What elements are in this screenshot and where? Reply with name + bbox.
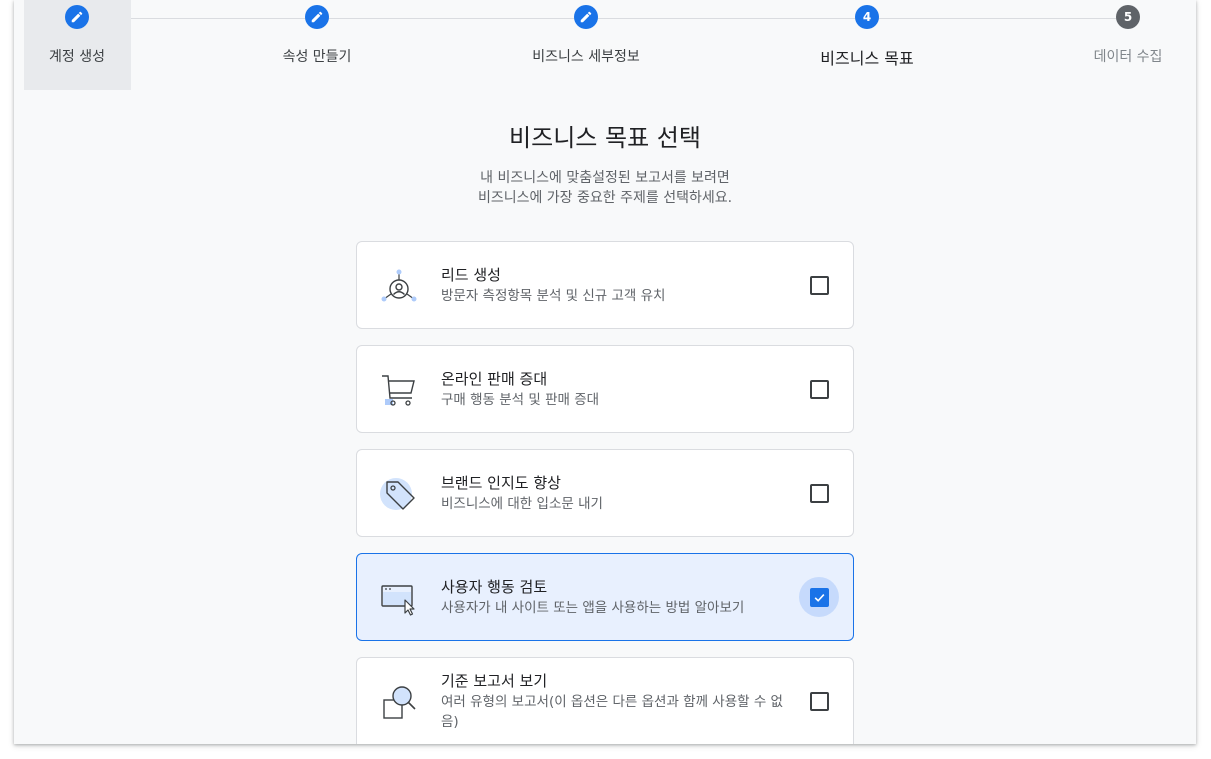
checkmark-icon [814, 593, 824, 602]
option-checkbox[interactable] [799, 369, 839, 409]
option-checkbox[interactable] [799, 265, 839, 305]
report-magnifier-icon [383, 686, 416, 719]
tag-icon [380, 478, 415, 510]
option-description: 구매 행동 분석 및 판매 증대 [441, 392, 600, 408]
option-title: 사용자 행동 검토 [441, 578, 548, 596]
option-card-lead-generation[interactable]: 리드 생성 방문자 측정항목 분석 및 신규 고객 유치 [356, 241, 854, 329]
option-description: 비즈니스에 대한 입소문 내기 [441, 496, 603, 512]
option-title: 브랜드 인지도 향상 [441, 474, 561, 492]
setup-panel: 계정 생성 속성 만들기 비즈니스 세부정보 4 비즈니스 목표 5 데이터 수… [14, 0, 1196, 744]
step-label: 계정 생성 [49, 49, 105, 65]
option-card-online-sales[interactable]: 온라인 판매 증대 구매 행동 분석 및 판매 증대 [356, 345, 854, 433]
shopping-cart-icon [382, 375, 415, 406]
option-checkbox[interactable] [799, 473, 839, 513]
option-title: 리드 생성 [441, 266, 501, 284]
option-description: 여러 유형의 보고서(이 옵션은 다른 옵션과 함께 사용할 수 없음) [441, 694, 783, 730]
stepper: 계정 생성 속성 만들기 비즈니스 세부정보 4 비즈니스 목표 5 데이터 수… [14, 0, 1196, 92]
option-checkbox[interactable] [799, 681, 839, 721]
browser-cursor-icon [381, 585, 415, 616]
edit-pencil-icon [305, 5, 329, 29]
option-description: 방문자 측정항목 분석 및 신규 고객 유치 [441, 288, 666, 304]
option-title: 온라인 판매 증대 [441, 370, 548, 388]
stepper-track [90, 18, 1128, 19]
step-label: 속성 만들기 [282, 49, 352, 65]
step-label: 비즈니스 세부정보 [532, 49, 640, 65]
step-label: 데이터 수집 [1093, 49, 1163, 65]
checkbox-box [809, 379, 829, 399]
checkbox-box [809, 483, 829, 503]
checkbox-box [809, 275, 829, 295]
option-checkbox[interactable] [799, 577, 839, 617]
page-title: 비즈니스 목표 선택 [509, 124, 701, 152]
edit-pencil-icon [65, 5, 89, 29]
subtitle-line: 내 비즈니스에 맞춤설정된 보고서를 보려면 [480, 170, 730, 186]
page-subtitle: 내 비즈니스에 맞춤설정된 보고서를 보려면 비즈니스에 가장 중요한 주제를 … [14, 168, 1196, 208]
lead-generation-icon [381, 269, 417, 302]
step-number-badge: 5 [1116, 5, 1140, 29]
option-description: 사용자가 내 사이트 또는 앱을 사용하는 방법 알아보기 [441, 600, 745, 616]
step-number-badge: 4 [855, 5, 879, 29]
subtitle-line: 비즈니스에 가장 중요한 주제를 선택하세요. [477, 190, 733, 206]
option-card-user-behavior[interactable]: 사용자 행동 검토 사용자가 내 사이트 또는 앱을 사용하는 방법 알아보기 [356, 553, 854, 641]
option-title: 기준 보고서 보기 [441, 672, 548, 690]
edit-pencil-icon [574, 5, 598, 29]
checkbox-box [809, 691, 829, 711]
option-card-brand-awareness[interactable]: 브랜드 인지도 향상 비즈니스에 대한 입소문 내기 [356, 449, 854, 537]
option-card-baseline-reports[interactable]: 기준 보고서 보기 여러 유형의 보고서(이 옵션은 다른 옵션과 함께 사용할… [356, 657, 854, 744]
checkbox-box [809, 587, 829, 607]
step-label: 비즈니스 목표 [820, 49, 914, 68]
